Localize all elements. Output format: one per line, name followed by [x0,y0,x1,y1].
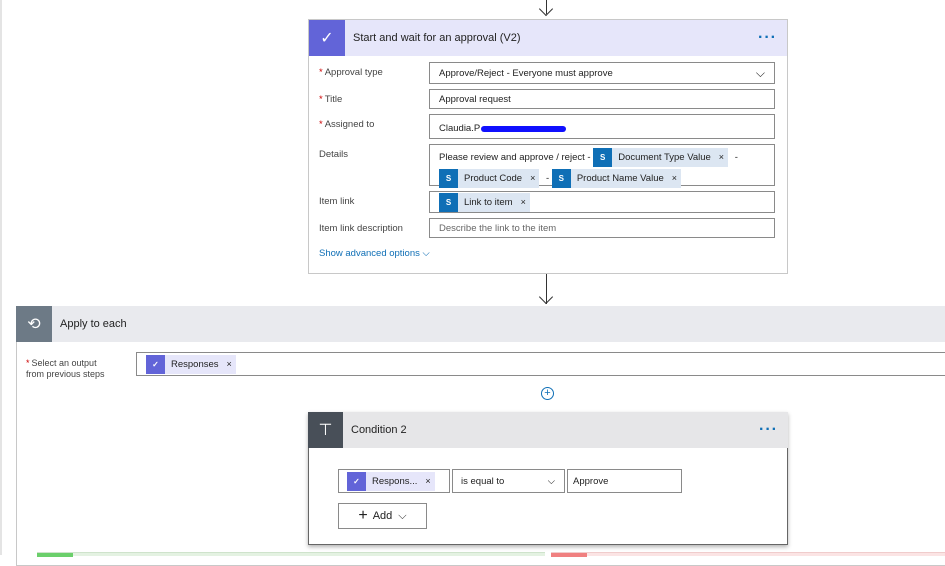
title-input[interactable]: Approval request [429,89,775,109]
arrow-head-icon [538,1,554,17]
if-yes-branch[interactable] [37,552,545,557]
item-link-input[interactable]: S Link to item × [429,191,775,213]
more-options-icon[interactable]: ··· [759,421,778,439]
chevron-down-icon: ⌵ [422,248,430,259]
assigned-input[interactable]: Claudia.P [429,114,775,139]
sharepoint-icon: S [551,169,571,188]
assigned-label: * Assigned to [319,119,375,130]
item-link-desc-label: Item link description [319,223,403,234]
condition-left-operand[interactable]: ✓ Respons... × [338,469,450,493]
remove-icon[interactable]: × [227,359,232,369]
select-output-input[interactable]: ✓ Responses × [136,352,945,376]
chevron-down-icon: ⌵ [547,475,555,487]
add-condition-button[interactable]: + Add ⌵ [338,503,427,529]
select-output-label: * Select an output from previous steps [26,358,105,379]
apply-to-each-header[interactable]: ⟲ Apply to each [16,306,945,342]
redaction-scribble [481,125,567,132]
apply-to-each-title: Apply to each [60,318,127,330]
sharepoint-icon: S [439,192,458,212]
condition-title: Condition 2 [351,424,407,436]
token-product-code[interactable]: S Product Code × [439,168,540,189]
condition-operator-dropdown[interactable]: is equal to ⌵ [452,469,565,493]
remove-icon[interactable]: × [521,197,526,207]
approval-type-label: * Approval type [319,67,383,78]
approval-title: Start and wait for an approval (V2) [353,32,521,44]
remove-icon[interactable]: × [425,476,430,486]
details-input[interactable]: Please review and approve / reject - S Do… [429,144,775,189]
remove-icon[interactable]: × [719,147,724,168]
add-step-button[interactable]: + [541,387,554,400]
left-border [0,0,2,555]
item-link-desc-input[interactable]: Describe the link to the item [429,218,775,238]
more-options-icon[interactable]: ··· [758,29,777,47]
approval-icon: ✓ [146,354,165,374]
sharepoint-icon: S [439,169,458,188]
details-label: Details [319,149,349,160]
loop-icon: ⟲ [16,306,52,342]
approval-type-dropdown[interactable]: Approve/Reject - Everyone must approve ⌵ [429,62,775,84]
token-document-type[interactable]: S Document Type Value × [593,147,729,168]
token-product-name[interactable]: S Product Name Value × [551,168,682,189]
plus-icon: + [358,507,368,524]
sharepoint-icon: S [593,148,613,167]
show-advanced-options-link[interactable]: Show advanced options ⌵ [319,248,430,259]
condition-header[interactable]: ⊤ Condition 2 ··· [308,412,788,448]
title-label: * Title [319,94,343,105]
token-responses[interactable]: ✓ Responses × [146,354,236,374]
token-responses[interactable]: ✓ Respons... × [347,471,435,491]
if-no-branch[interactable] [551,552,945,557]
condition-icon: ⊤ [308,412,343,448]
approval-icon: ✓ [347,471,366,491]
condition-value-input[interactable]: Approve [567,469,682,493]
remove-icon[interactable]: × [530,168,535,189]
chevron-down-icon: ⌵ [755,65,765,80]
approval-header[interactable]: ✓ Start and wait for an approval (V2) ··… [309,20,787,56]
remove-icon[interactable]: × [672,168,677,189]
token-link-to-item[interactable]: S Link to item × [439,192,530,212]
chevron-down-icon: ⌵ [398,509,407,522]
arrow-head-icon [538,289,554,305]
item-link-label: Item link [319,196,355,207]
approval-icon: ✓ [309,20,345,56]
